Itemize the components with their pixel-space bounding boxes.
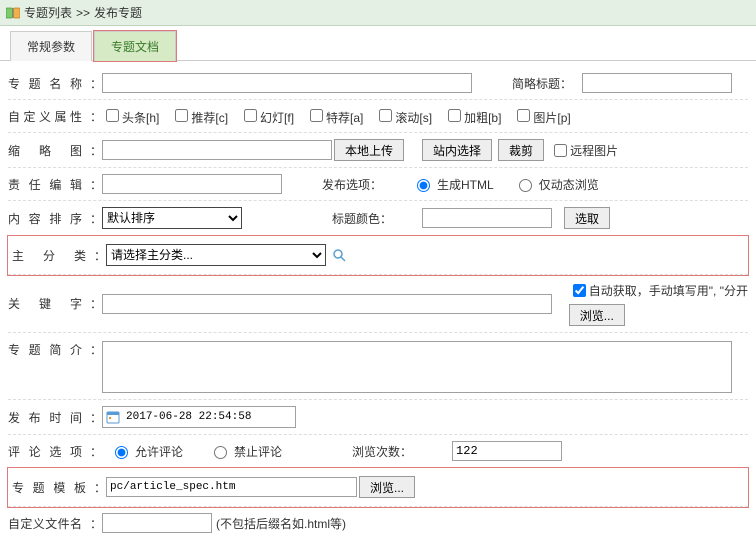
breadcrumb-current: 发布专题	[94, 4, 142, 21]
label-allow-comment: 允许评论	[135, 443, 183, 460]
label-remote-img: 远程图片	[570, 142, 618, 159]
label-main-cat: 主分类	[12, 247, 92, 264]
flag-f[interactable]	[244, 109, 257, 122]
custom-file-note: (不包括后缀名如.html等)	[216, 515, 346, 532]
tab-general[interactable]: 常规参数	[10, 31, 92, 61]
local-upload-button[interactable]: 本地上传	[334, 139, 404, 161]
tabs: 常规参数 专题文档	[0, 28, 756, 61]
label-view-count: 浏览次数：	[342, 443, 422, 460]
thumb-input[interactable]	[102, 140, 332, 160]
label-title: 专题名称	[8, 75, 88, 92]
auto-fetch-checkbox[interactable]	[573, 284, 586, 297]
label-sort: 内容排序	[8, 210, 88, 227]
breadcrumb: 专题列表 >> 发布专题	[0, 0, 756, 26]
label-pub-time: 发布时间	[8, 409, 88, 426]
label-deny-comment: 禁止评论	[234, 443, 282, 460]
keywords-browse-button[interactable]: 浏览...	[569, 304, 625, 326]
keywords-input[interactable]	[102, 294, 552, 314]
label-auto-fetch: 自动获取，手动填写用", "分开	[589, 282, 748, 299]
template-browse-button[interactable]: 浏览...	[359, 476, 415, 498]
magnify-icon[interactable]	[332, 248, 346, 262]
flag-p[interactable]	[517, 109, 530, 122]
editor-input[interactable]	[102, 174, 282, 194]
pick-color-button[interactable]: 选取	[564, 207, 610, 229]
flag-b[interactable]	[448, 109, 461, 122]
title-color-input[interactable]	[422, 208, 552, 228]
flag-s[interactable]	[379, 109, 392, 122]
radio-allow-comment[interactable]	[115, 446, 128, 459]
label-thumb: 缩 略 图	[8, 142, 88, 159]
remote-img-checkbox[interactable]	[554, 144, 567, 157]
short-title-input[interactable]	[582, 73, 732, 93]
calendar-icon[interactable]	[105, 409, 121, 425]
view-count-input[interactable]	[452, 441, 562, 461]
label-editor: 责任编辑	[8, 176, 88, 193]
template-input[interactable]	[106, 477, 357, 497]
label-gen-html: 生成HTML	[437, 176, 494, 193]
label-short-title: 简略标题：	[502, 75, 582, 92]
label-custom-file: 自定义文件名	[8, 515, 88, 532]
breadcrumb-list[interactable]: 专题列表	[24, 4, 72, 21]
custom-attr-group: 头条[h] 推荐[c] 幻灯[f] 特荐[a] 滚动[s] 加粗[b] 图片[p…	[102, 106, 579, 126]
site-select-button[interactable]: 站内选择	[422, 139, 492, 161]
summary-textarea[interactable]	[102, 341, 732, 393]
label-custom-attr: 自定义属性	[8, 108, 88, 125]
label-comment-opt: 评论选项	[8, 443, 88, 460]
custom-file-input[interactable]	[102, 513, 212, 533]
label-dynamic-only: 仅动态浏览	[539, 176, 599, 193]
flag-h[interactable]	[106, 109, 119, 122]
pub-time-input[interactable]	[123, 408, 293, 426]
sort-select[interactable]: 默认排序	[102, 207, 242, 229]
radio-gen-html[interactable]	[417, 179, 430, 192]
label-keywords: 关键字	[8, 295, 88, 312]
flag-c[interactable]	[175, 109, 188, 122]
tab-doc[interactable]: 专题文档	[94, 31, 176, 61]
label-template: 专题模板	[12, 479, 92, 496]
title-input[interactable]	[102, 73, 472, 93]
radio-dynamic-only[interactable]	[519, 179, 532, 192]
label-title-color: 标题颜色：	[322, 210, 402, 227]
breadcrumb-sep: >>	[76, 6, 90, 20]
radio-deny-comment[interactable]	[214, 446, 227, 459]
label-pub-option: 发布选项：	[312, 176, 392, 193]
crop-button[interactable]: 裁剪	[498, 139, 544, 161]
main-cat-select[interactable]: 请选择主分类...	[106, 244, 326, 266]
label-summary: 专题简介	[8, 341, 88, 358]
flag-a[interactable]	[310, 109, 323, 122]
book-icon	[6, 7, 20, 19]
